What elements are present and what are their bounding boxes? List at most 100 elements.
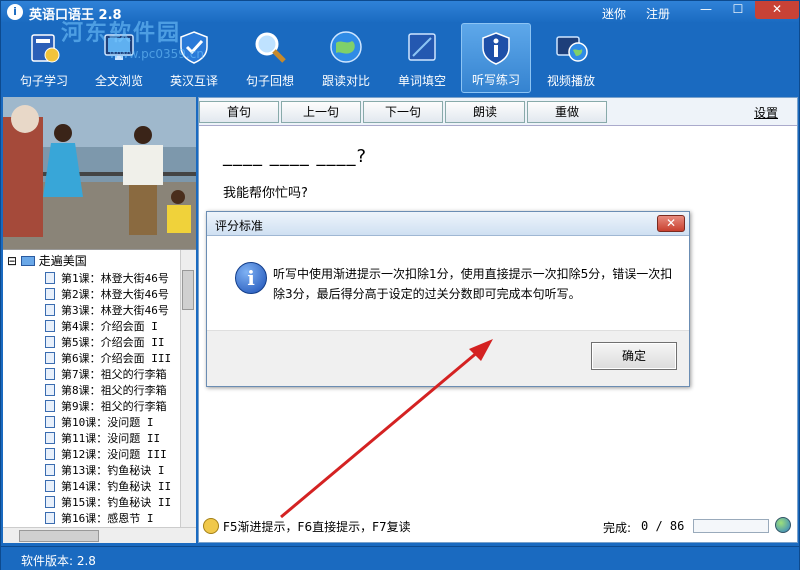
tree-item-lesson[interactable]: 第9课：祖父的行李箱 [45, 398, 167, 414]
document-icon [45, 448, 55, 460]
settings-link[interactable]: 设置 [754, 104, 778, 121]
progress-bar [693, 519, 769, 533]
tree-item-lesson[interactable]: 第5课：介绍会面 II [45, 334, 165, 350]
next-sentence-button[interactable]: 下一句 [363, 101, 443, 123]
tree-root-label: 走遍美国 [38, 254, 87, 268]
redo-button[interactable]: 重做 [527, 101, 607, 123]
tree-item-lesson[interactable]: 第4课：介绍会面 I [45, 318, 158, 334]
video-frame[interactable] [3, 97, 196, 249]
tool-label: 全文浏览 [94, 74, 143, 88]
dialog-title-bar[interactable]: 评分标准 ✕ [207, 212, 689, 236]
ok-button[interactable]: 确定 [591, 342, 677, 370]
tool-label: 视频播放 [546, 74, 595, 88]
tree-item-label: 第6课：介绍会面 III [61, 352, 172, 365]
minimize-button[interactable]: — [691, 1, 721, 19]
tree-item-label: 第15课：钓鱼秘诀 II [61, 496, 172, 509]
dialog-message: 听写中使用渐进提示一次扣除1分，使用直接提示一次扣除5分，错误一次扣除3分，最后… [273, 267, 673, 301]
dictation-blanks[interactable]: ____ ____ ____? [223, 146, 367, 167]
tree-item-lesson[interactable]: 第13课：钓鱼秘诀 I [45, 462, 165, 478]
hint-line: F5渐进提示，F6直接提示，F7复读 [203, 518, 411, 535]
mini-mode-link[interactable]: 迷你 [602, 5, 626, 22]
globe-icon[interactable] [775, 517, 791, 533]
info-shield-icon [482, 32, 510, 65]
tree-item-lesson[interactable]: 第11课：没问题 II [45, 430, 160, 446]
tree-item-lesson[interactable]: 第15课：钓鱼秘诀 II [45, 494, 171, 510]
tree-item-label: 第10课：没问题 I [61, 416, 154, 429]
sentence-translation: 我能帮你忙吗? [223, 186, 308, 201]
magnifier-icon [255, 32, 286, 63]
tool-label: 听写练习 [471, 73, 520, 87]
tree-item-lesson[interactable]: 第7课：祖父的行李箱 [45, 366, 167, 382]
app-logo-icon: i [7, 4, 23, 20]
video-still-image [3, 97, 196, 249]
collapse-toggle-icon[interactable]: ⊟ [7, 254, 17, 268]
tool-label: 跟读对比 [321, 74, 370, 88]
read-aloud-button[interactable]: 朗读 [445, 101, 525, 123]
document-icon [45, 304, 55, 316]
globe-icon [330, 31, 362, 63]
dialog-title: 评分标准 [215, 219, 264, 233]
first-sentence-button[interactable]: 首句 [199, 101, 279, 123]
tool-label: 单词填空 [397, 74, 446, 88]
document-icon [45, 288, 55, 300]
tree-item-label: 第14课：钓鱼秘诀 II [61, 480, 172, 493]
status-bar: 软件版本: 2.8 [1, 546, 799, 570]
tool-read-compare[interactable]: 跟读对比 [311, 23, 381, 93]
tree-item-label: 第7课：祖父的行李箱 [61, 368, 167, 381]
document-icon [45, 384, 55, 396]
tree-horizontal-scroll-thumb[interactable] [19, 530, 99, 542]
tree-item-lesson[interactable]: 第1课：林登大街46号 [45, 270, 169, 286]
register-link[interactable]: 注册 [646, 5, 670, 22]
box-icon [408, 33, 436, 61]
tree-item-label: 第5课：介绍会面 II [61, 336, 165, 349]
lesson-tree[interactable]: ⊟ 走遍美国 第1课：林登大街46号 第2课：林登大街46号第3课：林登大街46号… [3, 249, 196, 543]
tree-item-lesson[interactable]: 第10课：没问题 I [45, 414, 154, 430]
tool-label: 句子学习 [19, 74, 68, 88]
maximize-button[interactable]: ☐ [723, 1, 753, 19]
dialog-close-button[interactable]: ✕ [657, 215, 685, 232]
tree-item-label: 第1课：林登大街46号 [61, 272, 169, 285]
hint-bulb-icon [203, 518, 219, 534]
tree-item-label: 第3课：林登大街46号 [61, 304, 169, 317]
tree-item-label: 第11课：没问题 II [61, 432, 161, 445]
watermark-url: www.pc0359.cn [109, 47, 204, 61]
document-icon [45, 464, 55, 476]
tool-dictation[interactable]: 听写练习 [461, 23, 531, 93]
tree-item-lesson[interactable]: 第12课：没问题 III [45, 446, 167, 462]
version-text: 软件版本: 2.8 [21, 554, 96, 568]
tool-video-play[interactable]: 视频播放 [536, 23, 606, 93]
tree-item-lesson[interactable]: 第2课：林登大街46号 [45, 286, 169, 302]
document-icon [45, 336, 55, 348]
document-icon [45, 512, 55, 524]
document-icon [45, 368, 55, 380]
tree-item-label: 第12课：没问题 III [61, 448, 167, 461]
close-button[interactable]: ✕ [755, 1, 799, 19]
tree-item-lesson[interactable]: 第16课：感恩节 I [45, 510, 154, 526]
tool-label: 句子回想 [245, 74, 294, 88]
tree-item-label: 第8课：祖父的行李箱 [61, 384, 167, 397]
document-icon [45, 352, 55, 364]
tree-item-label: 第4课：介绍会面 I [61, 320, 158, 333]
tree-item-lesson[interactable]: 第14课：钓鱼秘诀 II [45, 478, 171, 494]
video-globe-icon [556, 36, 588, 62]
tree-vertical-scrollbar[interactable] [180, 250, 196, 528]
tree-item-lesson[interactable]: 第3课：林登大街46号 [45, 302, 169, 318]
watermark-text: 河东软件园 [61, 21, 182, 46]
hint-text: F5渐进提示，F6直接提示，F7复读 [223, 520, 411, 534]
tree-item-label: 第13课：钓鱼秘诀 I [61, 464, 165, 477]
tool-label: 英汉互译 [169, 74, 218, 88]
info-icon: i [235, 262, 267, 294]
tool-word-fill[interactable]: 单词填空 [387, 23, 457, 93]
progress-value: 0 / 86 [641, 519, 685, 533]
tool-sentence-recall[interactable]: 句子回想 [235, 23, 305, 93]
tree-vertical-scroll-thumb[interactable] [182, 270, 194, 310]
document-icon [45, 496, 55, 508]
tree-item-label: 第9课：祖父的行李箱 [61, 400, 167, 413]
tree-item-lesson[interactable]: 第6课：介绍会面 III [45, 350, 171, 366]
tree-horizontal-scrollbar[interactable] [3, 527, 196, 543]
sentence-nav-bar: 首句 上一句 下一句 朗读 重做 设置 [199, 98, 797, 126]
tree-item-lesson[interactable]: 第8课：祖父的行李箱 [45, 382, 167, 398]
prev-sentence-button[interactable]: 上一句 [281, 101, 361, 123]
tree-root[interactable]: ⊟ 走遍美国 [7, 252, 87, 268]
book-icon [31, 34, 60, 63]
